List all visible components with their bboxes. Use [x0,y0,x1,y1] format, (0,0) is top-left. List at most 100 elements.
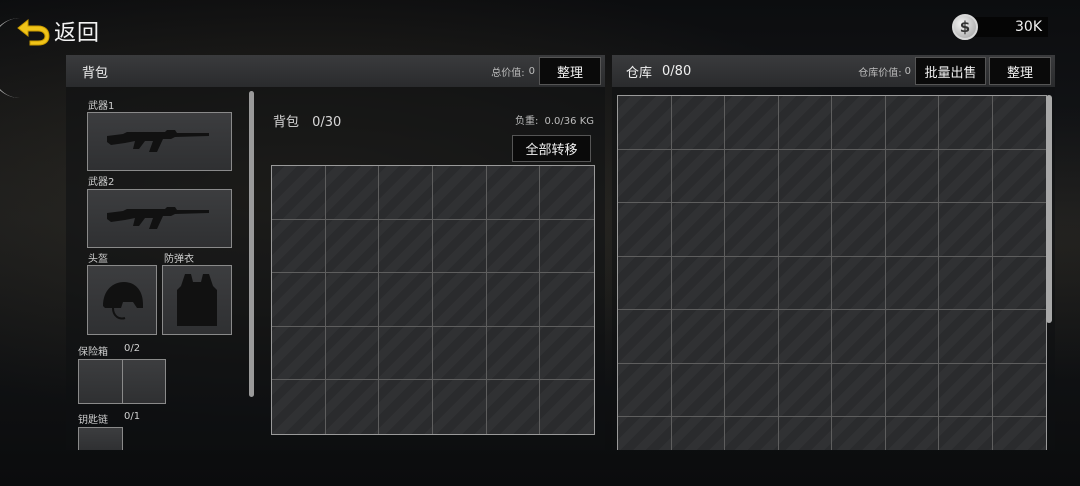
backpack-grid-cell[interactable] [325,166,380,220]
warehouse-grid-cell[interactable] [885,256,939,310]
warehouse-grid-cell[interactable] [939,417,993,450]
warehouse-grid-cell[interactable] [992,150,1046,203]
warehouse-grid-cell[interactable] [992,310,1046,364]
warehouse-grid-cell[interactable] [778,310,832,364]
warehouse-grid-cell[interactable] [832,310,886,364]
backpack-grid-cell[interactable] [540,327,594,381]
warehouse-grid-cell[interactable] [832,256,886,310]
safebox-slots[interactable] [78,359,166,404]
warehouse-grid-cell[interactable] [939,363,993,417]
backpack-grid-cell[interactable] [486,219,541,274]
warehouse-scrollbar[interactable] [1046,95,1052,323]
warehouse-grid-cell[interactable] [618,363,672,417]
warehouse-grid-cell[interactable] [671,310,725,364]
warehouse-grid-cell[interactable] [832,203,886,257]
helmet-slot[interactable] [87,265,157,335]
back-button[interactable]: 返回 [14,14,100,48]
helmet-label: 头盔 [88,254,108,265]
backpack-sort-button[interactable]: 整理 [539,57,601,85]
backpack-grid-cell[interactable] [272,166,326,220]
backpack-grid-cell[interactable] [433,219,487,274]
warehouse-grid-cell[interactable] [671,149,725,203]
backpack-grid-cell[interactable] [379,380,433,434]
backpack-grid-cell[interactable] [326,380,380,434]
equipment-scrollbar[interactable] [249,91,254,397]
transfer-all-button[interactable]: 全部转移 [512,135,591,162]
backpack-grid-cell[interactable] [272,380,326,434]
warehouse-grid-cell[interactable] [725,203,779,257]
backpack-grid-cell[interactable] [540,380,594,434]
bulk-sell-button[interactable]: 批量出售 [915,57,986,85]
weapon1-slot[interactable] [87,112,232,171]
warehouse-grid-cell[interactable] [671,203,725,257]
backpack-grid-cell[interactable] [540,220,594,274]
backpack-grid-cell[interactable] [325,219,380,274]
warehouse-grid-cell[interactable] [885,310,939,364]
warehouse-grid-cell[interactable] [885,203,939,257]
warehouse-grid-cell[interactable] [885,96,939,150]
warehouse-grid-cell[interactable] [671,363,725,417]
warehouse-grid-cell[interactable] [618,203,672,257]
warehouse-grid-cell[interactable] [939,96,993,150]
warehouse-grid-cell[interactable] [939,256,993,310]
warehouse-grid-cell[interactable] [779,417,832,450]
warehouse-grid-cell[interactable] [778,363,832,417]
warehouse-grid-cell[interactable] [832,96,886,150]
backpack-grid-cell[interactable] [540,273,594,327]
warehouse-grid-cell[interactable] [885,363,939,417]
backpack-grid-cell[interactable] [540,166,594,220]
backpack-grid-cell[interactable] [486,166,541,220]
backpack-grid-cell[interactable] [379,326,433,381]
backpack-grid-cell[interactable] [325,273,380,327]
warehouse-grid-cell[interactable] [778,149,832,203]
warehouse-grid-cell[interactable] [778,203,832,257]
backpack-grid-cell[interactable] [433,166,487,220]
warehouse-grid-cell[interactable] [618,149,672,203]
backpack-grid-cell[interactable] [272,273,326,327]
backpack-grid-cell[interactable] [433,273,487,327]
backpack-grid-cell[interactable] [379,219,433,274]
backpack-grid-cell[interactable] [379,273,433,327]
keychain-slot[interactable] [78,427,123,450]
weapon2-slot[interactable] [87,189,232,248]
backpack-grid-cell[interactable] [433,326,487,381]
warehouse-grid-cell[interactable] [725,310,779,364]
warehouse-grid-cell[interactable] [993,417,1047,450]
warehouse-grid-cell[interactable] [992,96,1046,150]
warehouse-grid-cell[interactable] [778,256,832,310]
warehouse-grid-cell[interactable] [832,363,886,417]
backpack-grid-cell[interactable] [272,219,326,274]
warehouse-grid-cell[interactable] [778,96,832,150]
backpack-grid-cell[interactable] [486,326,541,381]
warehouse-grid-cell[interactable] [618,256,672,310]
warehouse-grid-cell[interactable] [832,417,886,450]
warehouse-grid-cell[interactable] [671,96,725,150]
warehouse-grid-cell[interactable] [939,149,993,203]
backpack-grid-cell[interactable] [433,380,487,434]
warehouse-grid-cell[interactable] [832,149,886,203]
warehouse-grid-cell[interactable] [992,364,1046,417]
warehouse-sort-button[interactable]: 整理 [989,57,1051,85]
warehouse-grid-cell[interactable] [885,149,939,203]
warehouse-grid-cell[interactable] [725,96,779,150]
warehouse-grid-cell[interactable] [618,96,672,150]
backpack-grid-cell[interactable] [272,326,326,381]
backpack-grid-cell[interactable] [379,166,433,220]
warehouse-grid-cell[interactable] [725,256,779,310]
warehouse-grid-cell[interactable] [725,417,779,450]
warehouse-grid-cell[interactable] [939,310,993,364]
warehouse-grid-cell[interactable] [725,363,779,417]
warehouse-grid-cell[interactable] [671,256,725,310]
warehouse-grid-cell[interactable] [992,203,1046,257]
warehouse-grid-cell[interactable] [725,149,779,203]
warehouse-grid-cell[interactable] [618,310,672,364]
armor-slot[interactable] [162,265,232,335]
backpack-grid-cell[interactable] [325,326,380,381]
warehouse-grid-cell[interactable] [992,257,1046,310]
warehouse-grid-cell[interactable] [939,203,993,257]
warehouse-grid-cell[interactable] [672,417,725,450]
backpack-grid-cell[interactable] [487,380,541,434]
warehouse-grid-cell[interactable] [886,417,939,450]
warehouse-grid-cell[interactable] [618,417,672,450]
backpack-grid-cell[interactable] [486,273,541,327]
